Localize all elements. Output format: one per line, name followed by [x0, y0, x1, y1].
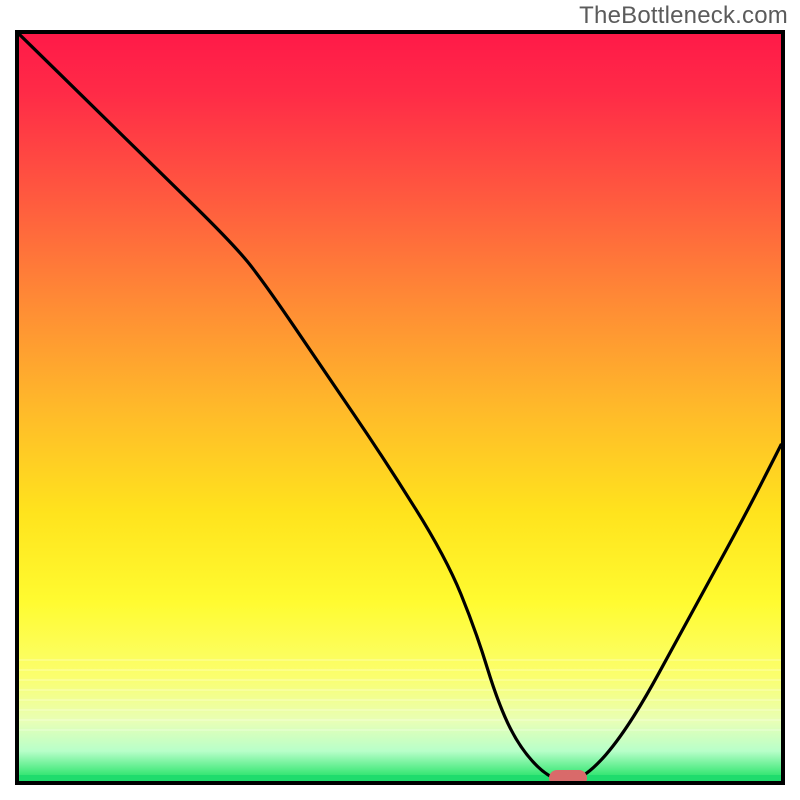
chart-stage: TheBottleneck.com	[0, 0, 800, 800]
bottleneck-curve	[19, 34, 781, 781]
plot-area	[15, 30, 785, 785]
watermark-text: TheBottleneck.com	[579, 2, 788, 30]
optimal-marker	[549, 770, 587, 785]
